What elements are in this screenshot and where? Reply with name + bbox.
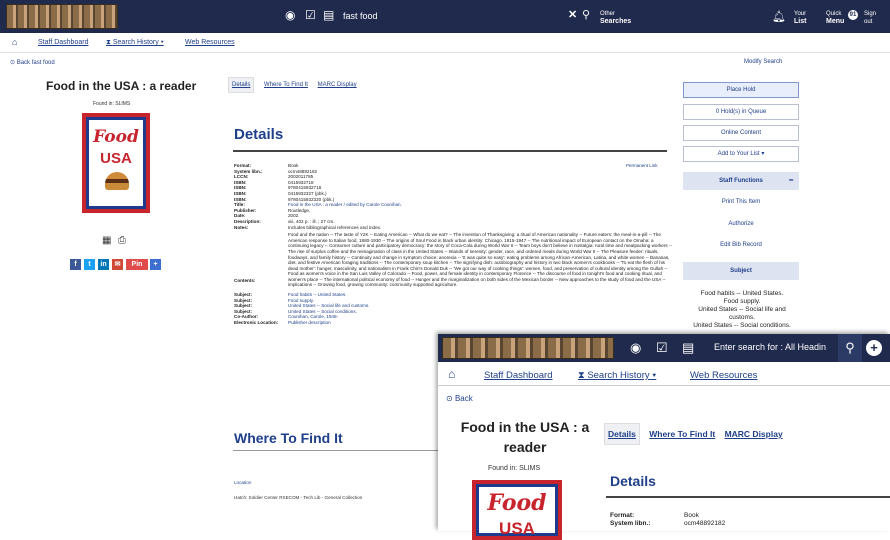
your-list-button[interactable]: Your List bbox=[794, 10, 806, 26]
contents-note: Food and the nation -- The taste of Y2K … bbox=[288, 232, 673, 288]
database-icon[interactable]: ▤ bbox=[682, 340, 694, 356]
quick-menu-badge: 91 bbox=[848, 10, 858, 20]
facebook-icon[interactable]: f bbox=[70, 259, 81, 270]
subject-list: Food habits -- United States. Food suppl… bbox=[690, 290, 794, 330]
record-tabs: Details Where To Find It MARC Display bbox=[604, 423, 790, 445]
nav-web-resources[interactable]: Web Resources bbox=[690, 370, 757, 381]
library-banner-image bbox=[442, 337, 614, 359]
tab-marc-display[interactable]: MARC Display bbox=[318, 82, 357, 88]
book-cover-image: Food USA bbox=[82, 113, 150, 213]
modify-search-link[interactable]: Modify Search bbox=[744, 59, 782, 65]
subject-link[interactable]: Food habits -- United States. bbox=[690, 290, 794, 298]
place-hold-button[interactable]: Place Hold bbox=[683, 82, 799, 98]
location-column-header: Location bbox=[234, 480, 252, 485]
nav-bar: ⌂ Staff Dashboard ⧗ Search History ▾ Web… bbox=[0, 33, 890, 53]
home-icon[interactable]: ⌂ bbox=[448, 367, 455, 381]
book-cover-image: Food USA bbox=[472, 480, 562, 540]
home-icon[interactable]: ⌂ bbox=[12, 37, 17, 47]
found-in: Found in: SLIMS bbox=[488, 465, 541, 472]
print-icon[interactable]: ⎙ bbox=[118, 235, 126, 246]
staff-functions-header[interactable]: Staff Functions ━ bbox=[683, 172, 799, 190]
subject-link[interactable]: United States -- Social life and customs… bbox=[690, 306, 794, 322]
email-icon[interactable]: ✉ bbox=[112, 259, 123, 270]
linkedin-icon[interactable]: in bbox=[98, 259, 109, 270]
search-input[interactable]: fast food bbox=[335, 10, 573, 24]
search-input[interactable]: Enter search for : All Headin bbox=[714, 342, 832, 352]
details-fields: Format: Book System libn.: ocm48892182 bbox=[610, 512, 726, 527]
details-fields: Format: Book System libn.: ocm48892182 LCC… bbox=[234, 163, 674, 326]
subject-link[interactable]: Food supply. bbox=[690, 298, 794, 306]
globe-icon[interactable]: ◉ bbox=[630, 340, 641, 356]
subject-link[interactable]: United States -- Social conditions. bbox=[690, 322, 794, 330]
checkbox-icon[interactable]: ☑ bbox=[305, 8, 316, 22]
twitter-icon[interactable]: t bbox=[84, 259, 95, 270]
divider bbox=[606, 496, 890, 498]
mobile-view-window: ◉ ☑ ▤ Enter search for : All Headin ⚲ + … bbox=[438, 334, 890, 540]
checkbox-icon[interactable]: ☑ bbox=[656, 340, 668, 356]
mobile-top-bar: ◉ ☑ ▤ Enter search for : All Headin ⚲ + bbox=[438, 334, 890, 362]
authorize-link[interactable]: Authorize bbox=[683, 221, 799, 227]
holds-in-queue-button[interactable]: 0 Hold(s) in Queue bbox=[683, 104, 799, 120]
library-banner-image bbox=[6, 4, 118, 29]
top-bar: ◉ ☑ ▤ fast food ✕ ⚲ Other Searches 🔔︎ You… bbox=[0, 0, 890, 33]
burger-illustration bbox=[105, 172, 129, 190]
tab-details[interactable]: Details bbox=[604, 423, 640, 445]
record-view-icon[interactable]: ▦ bbox=[102, 235, 111, 246]
subject-header: Subject bbox=[683, 262, 799, 280]
signout-button[interactable]: Sign out bbox=[864, 10, 876, 26]
tab-where-to-find-it[interactable]: Where To Find It bbox=[649, 429, 715, 439]
details-heading: Details bbox=[610, 473, 656, 489]
edit-bib-record-link[interactable]: Edit Bib Record bbox=[683, 242, 799, 248]
search-icon[interactable]: ⚲ bbox=[582, 8, 590, 21]
nav-staff-dashboard[interactable]: Staff Dashboard bbox=[38, 39, 88, 46]
publisher-description-link[interactable]: Publisher description bbox=[288, 320, 674, 326]
database-icon[interactable]: ▤ bbox=[323, 8, 334, 22]
divider bbox=[233, 150, 667, 152]
back-link[interactable]: ⊙ Back fast food bbox=[10, 59, 55, 66]
nav-web-resources[interactable]: Web Resources bbox=[185, 39, 235, 46]
share-plus-icon[interactable]: + bbox=[150, 259, 161, 270]
location-value: Hatch: Soldier Center RSECOM - Tech Lib … bbox=[234, 495, 363, 500]
quick-menu-button[interactable]: Quick Menu bbox=[826, 10, 844, 26]
add-to-list-button[interactable]: Add to Your List ▾ bbox=[683, 146, 799, 162]
collapse-icon[interactable]: ━ bbox=[789, 172, 793, 190]
online-content-button[interactable]: Online Content bbox=[683, 125, 799, 141]
record-title: Food in the USA : a reader bbox=[460, 419, 590, 455]
nav-search-history[interactable]: ⧗ Search History ▾ bbox=[106, 39, 164, 47]
bell-icon[interactable]: 🔔︎ bbox=[772, 10, 786, 23]
found-in: Found in: SLIMS bbox=[93, 101, 131, 107]
mobile-nav-bar: ⌂ Staff Dashboard ⧗ Search History ▾ Web… bbox=[438, 362, 890, 386]
pinterest-icon[interactable]: Pin bbox=[126, 259, 148, 270]
globe-icon[interactable]: ◉ bbox=[285, 8, 295, 22]
nav-staff-dashboard[interactable]: Staff Dashboard bbox=[484, 370, 552, 381]
details-heading: Details bbox=[234, 126, 284, 143]
add-icon[interactable]: + bbox=[866, 340, 882, 356]
tab-where-to-find-it[interactable]: Where To Find It bbox=[264, 82, 308, 88]
record-title: Food in the USA : a reader bbox=[46, 79, 197, 93]
where-to-find-it-heading: Where To Find It bbox=[234, 430, 343, 446]
tab-details[interactable]: Details bbox=[228, 77, 255, 93]
record-tabs: Details Where To Find It MARC Display bbox=[228, 77, 365, 93]
search-icon[interactable]: ⚲ bbox=[838, 334, 862, 362]
print-item-link[interactable]: Print This Item bbox=[683, 199, 799, 205]
other-searches-button[interactable]: Other Searches bbox=[600, 10, 631, 26]
back-link[interactable]: ⊙ Back bbox=[446, 394, 473, 403]
nav-search-history[interactable]: ⧗ Search History ▾ bbox=[578, 370, 656, 381]
tab-marc-display[interactable]: MARC Display bbox=[725, 429, 783, 439]
clear-search-icon[interactable]: ✕ bbox=[568, 8, 577, 21]
